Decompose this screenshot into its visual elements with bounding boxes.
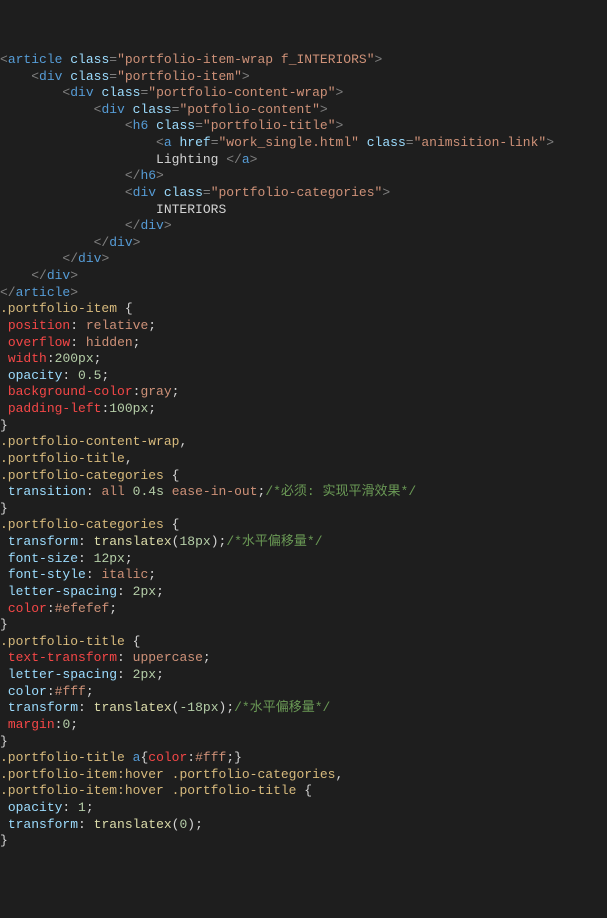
code-block: <article class="portfolio-item-wrap f_IN… bbox=[0, 52, 607, 850]
